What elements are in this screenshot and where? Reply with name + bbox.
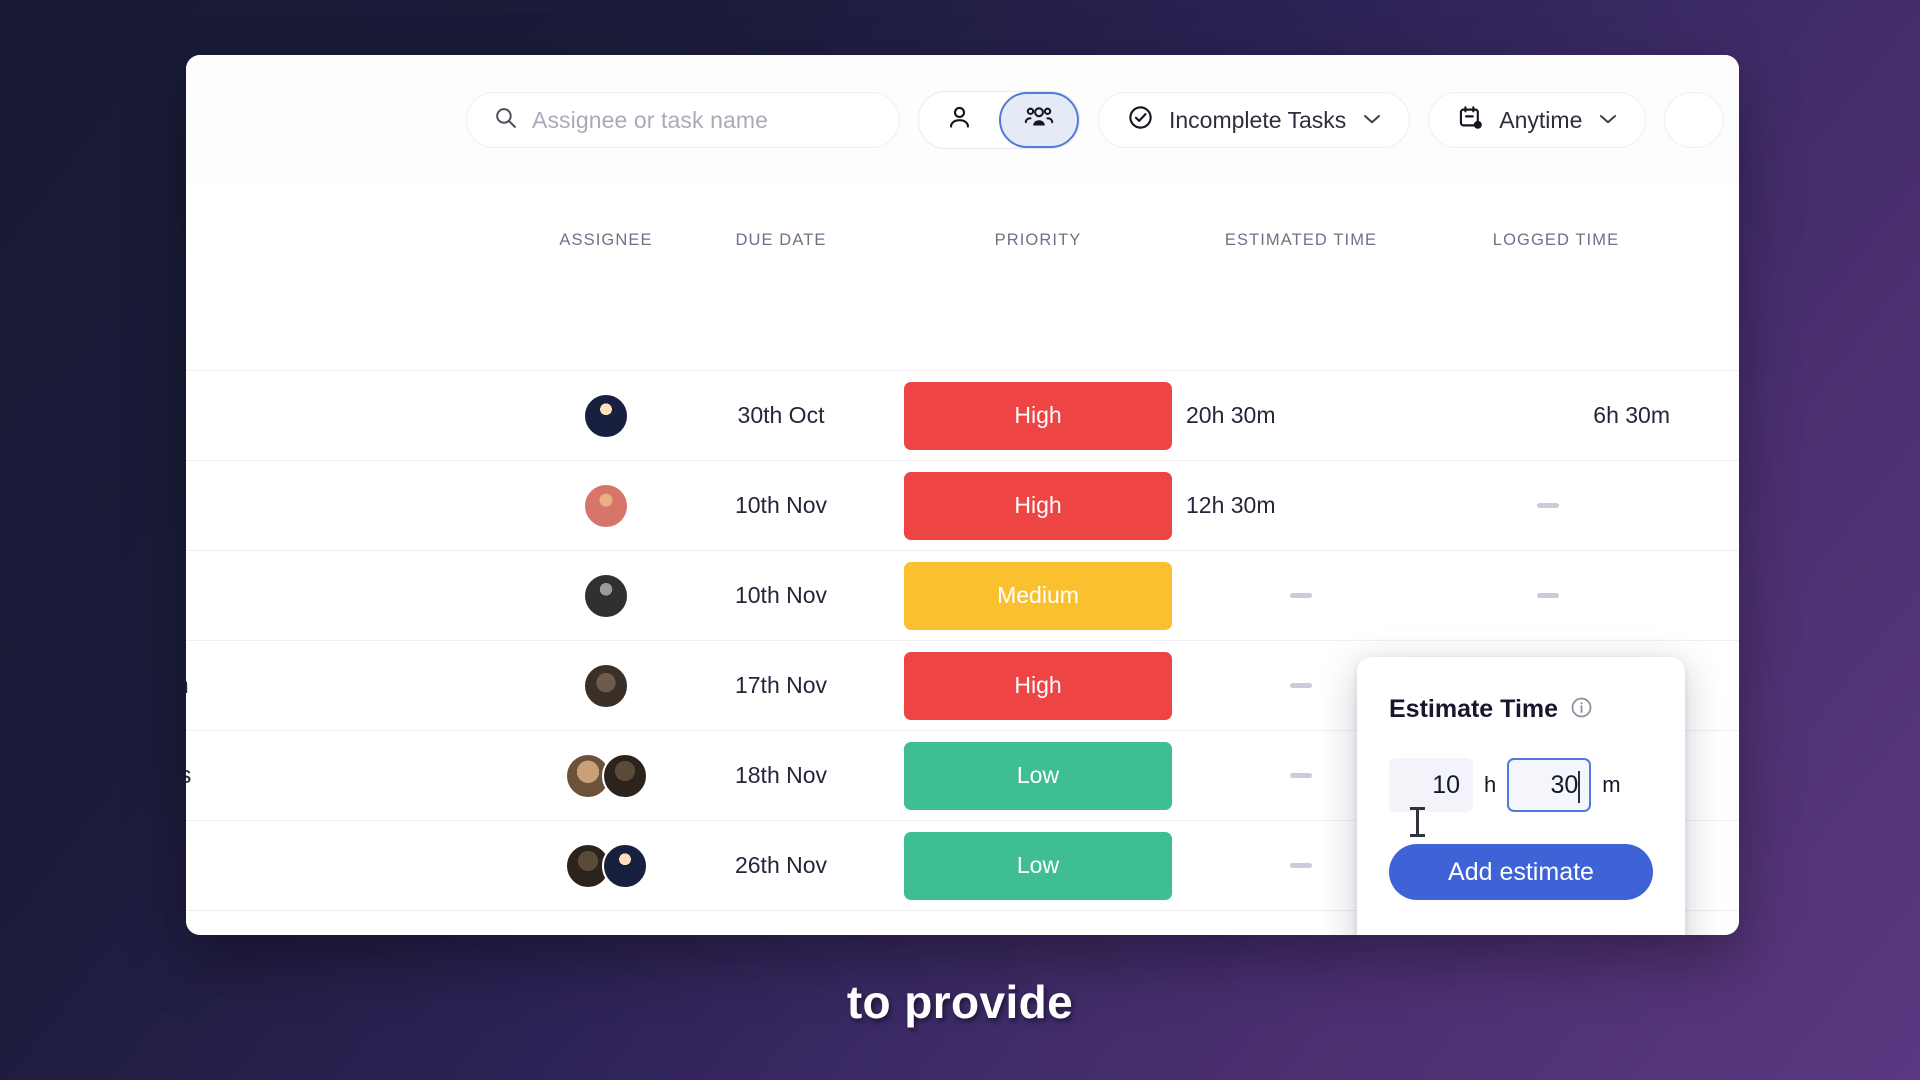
avatar [583, 482, 629, 529]
table-row[interactable]: 10th Nov Medium [186, 551, 1739, 641]
assignee-view-toggle[interactable] [918, 91, 1080, 149]
search-placeholder: Assignee or task name [532, 106, 769, 133]
due-date-cell[interactable]: 10th Nov [666, 551, 896, 640]
task-list-card: Assignee or task name Incomplete Tasks A… [186, 55, 1739, 935]
avatar [583, 572, 629, 619]
logged-time-cell[interactable] [1426, 551, 1686, 640]
priority-badge: Low [904, 831, 1172, 900]
text-cursor [1410, 807, 1425, 837]
people-group-icon [1024, 103, 1054, 138]
priority-cell[interactable]: Medium [904, 551, 1172, 640]
group-assignee-view-button[interactable] [999, 92, 1079, 148]
priority-cell[interactable]: High [904, 371, 1172, 460]
priority-badge: Medium [904, 561, 1172, 630]
priority-badge: High [904, 471, 1172, 540]
empty-value-dash [1290, 773, 1312, 778]
single-assignee-view-button[interactable] [919, 92, 999, 148]
column-header-due-date: DUE DATE [735, 231, 827, 249]
date-filter-button[interactable]: Anytime [1428, 92, 1647, 148]
column-header-estimated-time: ESTIMATED TIME [1224, 231, 1378, 249]
info-circle-icon[interactable] [1570, 696, 1593, 724]
caption-text: to provide [846, 976, 1074, 1028]
date-filter-label: Anytime [1499, 106, 1583, 133]
estimated-time-cell[interactable]: 20h 30m [1186, 371, 1416, 460]
toolbar: Assignee or task name Incomplete Tasks A… [186, 55, 1739, 185]
estimate-minutes-unit: m [1602, 772, 1621, 797]
priority-cell[interactable]: High [904, 641, 1172, 730]
due-date-cell[interactable]: 17th Nov [666, 641, 896, 730]
column-header-logged-time: LOGGED TIME [1492, 231, 1620, 249]
priority-badge: Low [904, 741, 1172, 810]
estimate-inputs: 10 h 30 m [1389, 758, 1653, 812]
person-icon [946, 104, 973, 136]
table-header-row: ASSIGNEE DUE DATE PRIORITY ESTIMATED TIM… [186, 185, 1739, 286]
empty-value-dash [1537, 593, 1559, 598]
table-row[interactable]: 10th Nov High 12h 30m [186, 461, 1739, 551]
due-date-cell[interactable]: 26th Nov [666, 821, 896, 910]
screen: Assignee or task name Incomplete Tasks A… [0, 0, 1920, 1080]
estimate-time-popover[interactable]: Estimate Time 10 h 30 m Add estimate [1357, 657, 1685, 935]
status-filter-label: Incomplete Tasks [1169, 106, 1347, 133]
estimate-hours-input[interactable]: 10 [1389, 758, 1473, 812]
priority-cell[interactable]: High [904, 461, 1172, 550]
priority-badge: High [904, 381, 1172, 450]
priority-badge: High [904, 651, 1172, 720]
popover-title: Estimate Time [1389, 695, 1559, 723]
estimate-hours-value: 10 [1432, 770, 1460, 799]
logged-time-cell[interactable]: 6h 30m [1426, 371, 1686, 460]
due-date-cell[interactable]: 18th Nov [666, 731, 896, 820]
column-header-priority: PRIORITY [994, 231, 1082, 249]
avatar [601, 752, 648, 799]
estimated-time-cell[interactable]: 12h 30m [1186, 461, 1416, 550]
check-circle-icon [1127, 104, 1154, 137]
avatar [583, 392, 629, 439]
avatar [601, 842, 648, 889]
search-input[interactable]: Assignee or task name [466, 92, 900, 148]
estimate-minutes-input[interactable]: 30 [1507, 758, 1592, 812]
estimate-hours-unit: h [1484, 772, 1497, 797]
chevron-down-icon [1363, 110, 1381, 130]
due-date-cell[interactable]: 30th Oct [666, 371, 896, 460]
empty-value-dash [1290, 863, 1312, 868]
calendar-icon [1457, 104, 1484, 137]
chevron-down-icon [1599, 110, 1617, 130]
task-name-fragment: on [186, 641, 189, 730]
estimate-minutes-value: 30 [1550, 770, 1579, 799]
priority-cell[interactable]: Low [904, 821, 1172, 910]
task-name-fragment: sis [186, 731, 191, 820]
add-estimate-button[interactable]: Add estimate [1389, 844, 1653, 900]
empty-value-dash [1537, 503, 1559, 508]
priority-cell[interactable]: Low [904, 731, 1172, 820]
avatar [583, 662, 629, 709]
search-icon [493, 105, 518, 135]
table-row-empty [186, 285, 1739, 371]
empty-value-dash [1290, 593, 1312, 598]
popover-header: Estimate Time [1389, 695, 1653, 724]
estimated-time-cell[interactable] [1186, 551, 1416, 640]
status-filter-button[interactable]: Incomplete Tasks [1098, 92, 1411, 148]
overflow-filter-button[interactable] [1664, 92, 1725, 148]
due-date-cell[interactable]: 10th Nov [666, 461, 896, 550]
empty-value-dash [1290, 683, 1312, 688]
table-row[interactable]: 30th Oct High 20h 30m 6h 30m [186, 371, 1739, 461]
logged-time-cell[interactable] [1426, 461, 1686, 550]
